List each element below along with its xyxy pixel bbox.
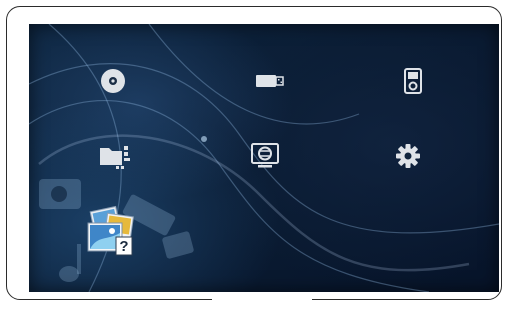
music-player-menu-item[interactable] — [386, 54, 440, 108]
music-player-icon — [404, 68, 422, 94]
media-library-icon — [100, 146, 130, 169]
unknown-badge: ? — [119, 238, 128, 255]
settings-menu-item[interactable] — [381, 129, 435, 183]
gear-icon — [396, 144, 420, 168]
network-menu-item[interactable] — [238, 129, 292, 183]
disc-icon — [101, 69, 125, 93]
network-tv-icon — [251, 143, 279, 168]
selected-media-item[interactable]: ? — [81, 202, 143, 264]
usb-drive-icon — [256, 75, 284, 87]
home-screen: ? — [29, 24, 499, 292]
bezel-bottom-gap — [212, 298, 312, 302]
photo-unknown-icon: ? — [87, 205, 134, 256]
usb-menu-item[interactable] — [243, 54, 297, 108]
disc-menu-item[interactable] — [86, 54, 140, 108]
media-library-menu-item[interactable] — [88, 129, 142, 183]
